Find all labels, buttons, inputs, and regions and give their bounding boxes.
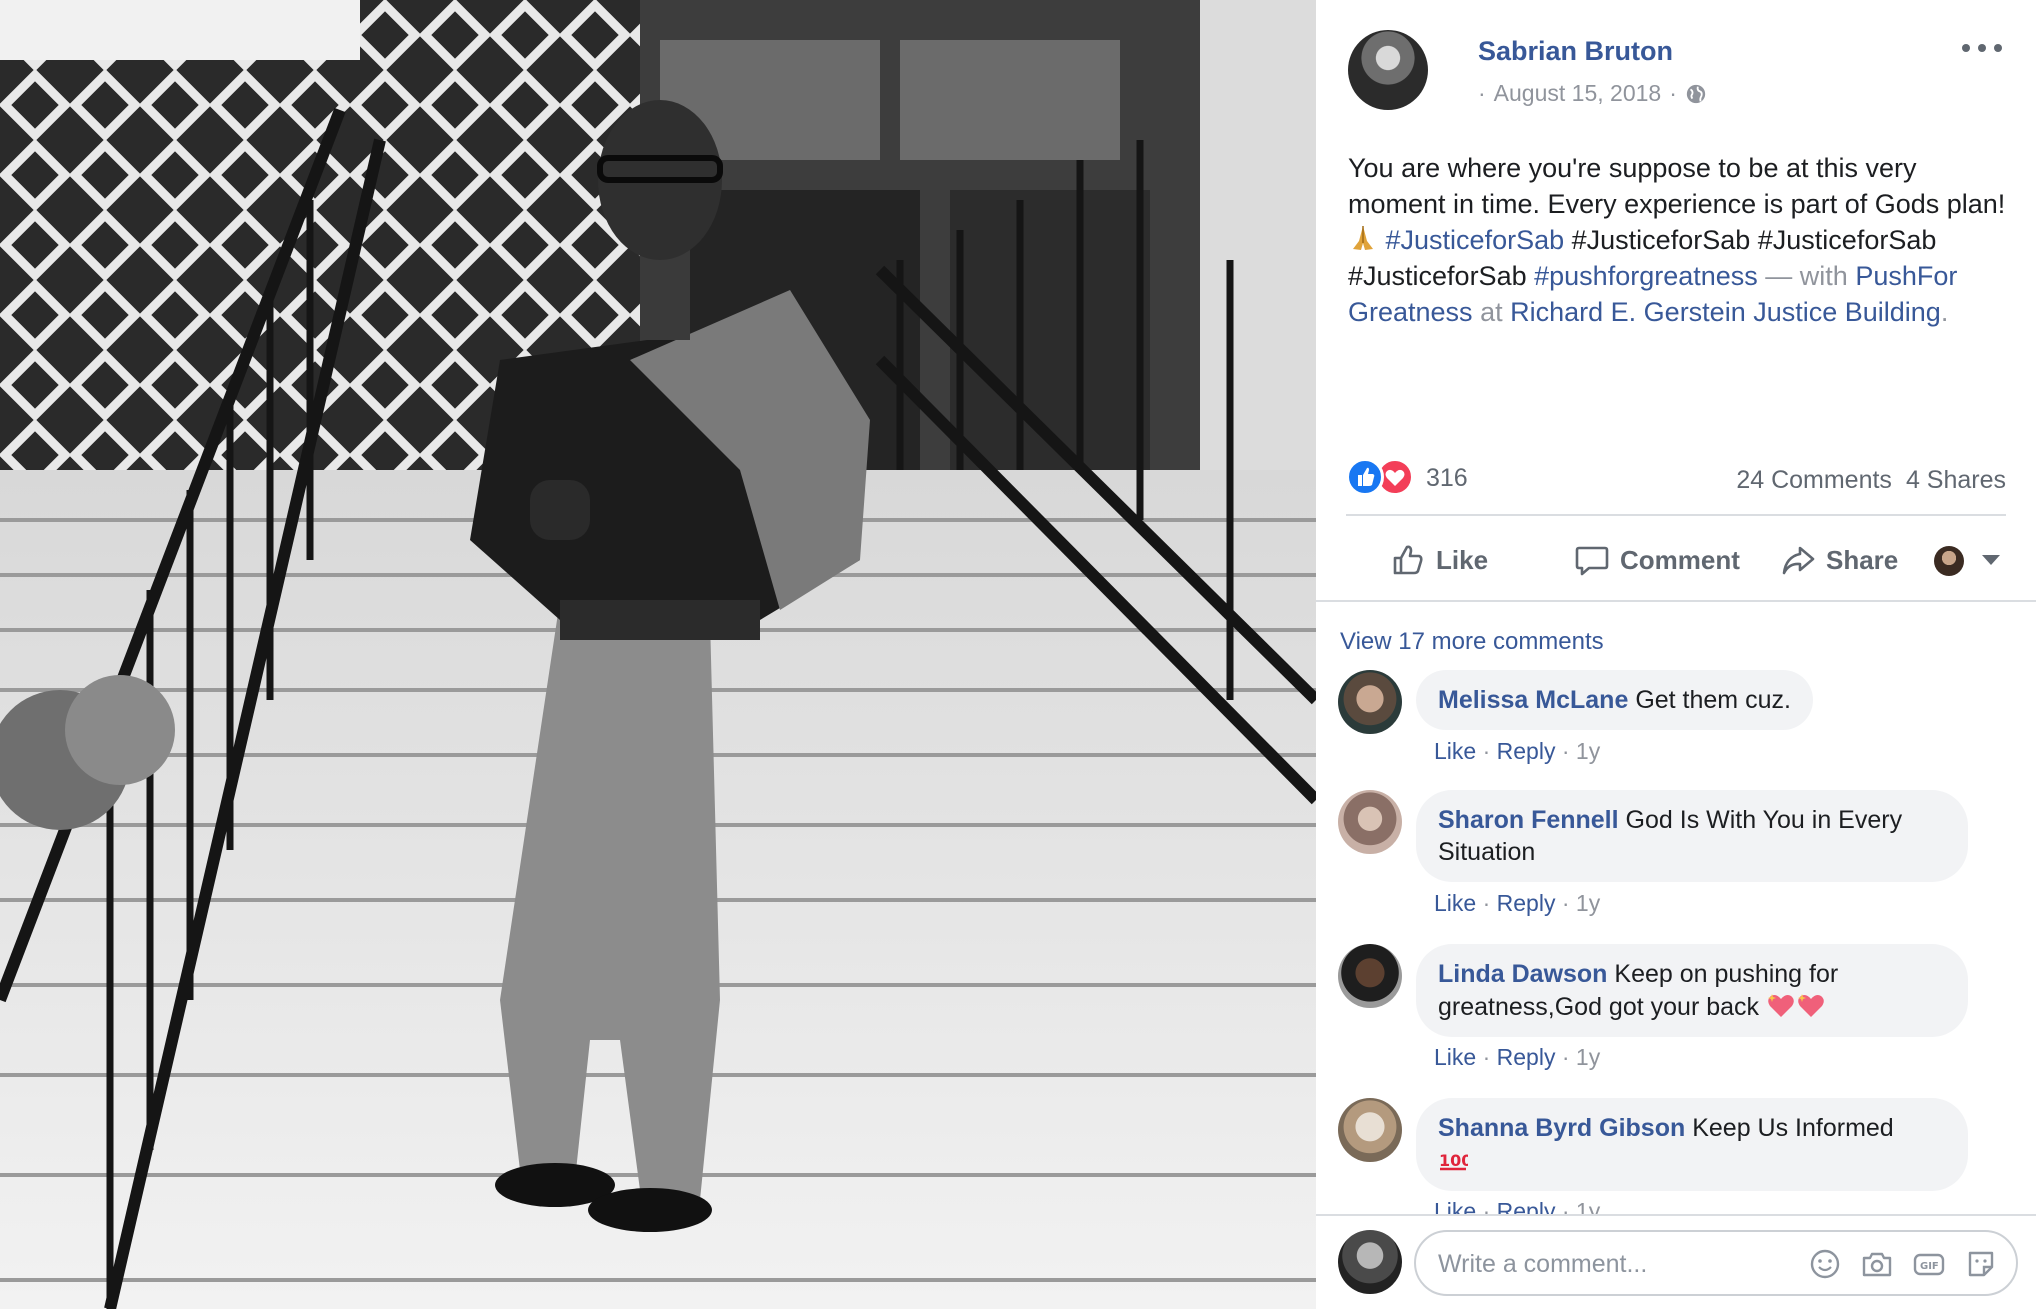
comment-bubble: Melissa McLane Get them cuz. (1416, 670, 1813, 730)
comment-reply-link[interactable]: Reply (1497, 738, 1556, 764)
shares-count[interactable]: 4 Shares (1906, 466, 2006, 495)
comment-text: Keep Us Informed (1692, 1114, 1894, 1142)
with-label: — with (1765, 261, 1848, 291)
share-arrow-icon (1782, 546, 1815, 575)
comments-section: View 17 more comments Melissa McLane Get… (1316, 600, 2036, 1214)
comment-item: Linda Dawson Keep on pushing for greatne… (1338, 944, 2018, 1094)
comments-count[interactable]: 24 Comments (1736, 466, 1892, 495)
comment-bubble: Linda Dawson Keep on pushing for greatne… (1416, 944, 1968, 1037)
comment-item: Shanna Byrd Gibson Keep Us Informed 100 … (1338, 1098, 2018, 1214)
commenter-name[interactable]: Sharon Fennell (1438, 806, 1619, 834)
comment-input[interactable] (1438, 1242, 1778, 1286)
meta-separator: · (1478, 80, 1486, 106)
thumbs-up-icon (1393, 545, 1423, 575)
comment-label: Comment (1620, 544, 1740, 575)
hashtag-text: #JusticeforSab (1757, 225, 1937, 255)
comment-icon (1575, 546, 1609, 576)
hashtag-text: #JusticeforSab (1571, 225, 1751, 255)
meta-separator: · (1669, 80, 1677, 106)
reaction-count[interactable]: 316 (1426, 464, 1468, 493)
author-name[interactable]: Sabrian Bruton (1478, 36, 1673, 67)
comment-time[interactable]: 1y (1576, 890, 1600, 916)
hashtag-link[interactable]: #JusticeforSab (1386, 225, 1565, 255)
composer-tools: GIF (1808, 1247, 1998, 1281)
commenter-avatar[interactable] (1338, 790, 1402, 854)
commenter-name[interactable]: Melissa McLane (1438, 686, 1628, 714)
comment-like-link[interactable]: Like (1434, 1044, 1476, 1070)
more-options-icon[interactable] (1962, 36, 2002, 60)
comment-composer[interactable]: GIF (1414, 1230, 2018, 1296)
like-label: Like (1436, 544, 1489, 575)
comment-item: Sharon Fennell God Is With You in Every … (1338, 790, 2018, 940)
emoji-icon[interactable] (1808, 1247, 1842, 1281)
post-photo[interactable] (0, 0, 1316, 1309)
period: . (1940, 297, 1949, 327)
hundred-points-icon: 100 (1439, 1151, 1468, 1171)
composer-avatar[interactable] (1338, 1230, 1402, 1294)
comment-reply-link[interactable]: Reply (1497, 1198, 1556, 1214)
post-meta: · August 15, 2018 · (1478, 80, 1707, 107)
divider (1316, 600, 2036, 602)
comment-item: Melissa McLane Get them cuz. Like · Repl… (1338, 670, 2018, 790)
like-reaction-icon[interactable] (1346, 458, 1384, 496)
like-button[interactable]: Like (1390, 530, 1488, 590)
comment-reply-link[interactable]: Reply (1497, 890, 1556, 916)
comment-like-link[interactable]: Like (1434, 890, 1476, 916)
divider (1346, 514, 2006, 516)
view-more-comments-link[interactable]: View 17 more comments (1340, 628, 1604, 656)
at-label: at (1480, 297, 1503, 327)
comment-actions: Like · Reply · 1y (1434, 890, 1601, 916)
post-text: You are where you're suppose to be at th… (1348, 150, 2008, 330)
commenter-avatar[interactable] (1338, 1098, 1402, 1162)
post-date[interactable]: August 15, 2018 (1494, 80, 1662, 107)
comment-text: Get them cuz. (1635, 686, 1791, 714)
comment-bubble: Sharon Fennell God Is With You in Every … (1416, 790, 1968, 882)
comment-like-link[interactable]: Like (1434, 738, 1476, 764)
commenter-name[interactable]: Shanna Byrd Gibson (1438, 1114, 1685, 1142)
post-body-text: You are where you're suppose to be at th… (1348, 153, 2006, 219)
comment-actions: Like · Reply · 1y (1434, 1198, 1600, 1214)
praying-hands-icon (1353, 226, 1373, 250)
svg-text:GIF: GIF (1920, 1261, 1939, 1272)
comment-like-link[interactable]: Like (1434, 1198, 1476, 1214)
comment-time[interactable]: 1y (1576, 1044, 1600, 1070)
comment-time[interactable]: 1y (1576, 738, 1600, 764)
commenter-avatar[interactable] (1338, 944, 1402, 1008)
post-actions: Like Comment Share (1346, 530, 2016, 590)
comment-time[interactable]: 1y (1576, 1198, 1600, 1214)
chevron-down-icon[interactable] (1982, 555, 2000, 565)
commenter-avatar[interactable] (1338, 670, 1402, 734)
commenter-name[interactable]: Linda Dawson (1438, 960, 1607, 988)
hashtag-text: #JusticeforSab (1348, 261, 1527, 291)
sparkling-heart-icon (1797, 994, 1824, 1017)
share-label: Share (1826, 544, 1899, 575)
viewer-avatar[interactable] (1934, 546, 1964, 576)
share-button[interactable]: Share (1780, 530, 1898, 590)
location-link[interactable]: Richard E. Gerstein Justice Building (1510, 297, 1941, 327)
comment-reply-link[interactable]: Reply (1497, 1044, 1556, 1070)
divider (1316, 1214, 2036, 1216)
hashtag-link[interactable]: #pushforgreatness (1534, 261, 1758, 291)
svg-text:100: 100 (1439, 1151, 1468, 1170)
reaction-stats: 316 24 Comments 4 Shares (1346, 456, 2006, 500)
comment-actions: Like · Reply · 1y (1434, 1044, 1601, 1070)
comment-actions: Like · Reply · 1y (1434, 738, 1601, 764)
photo-image (0, 0, 1316, 1309)
post-side-panel: Sabrian Bruton · August 15, 2018 · You a… (1316, 0, 2036, 1309)
gif-icon[interactable]: GIF (1912, 1247, 1946, 1281)
author-avatar[interactable] (1348, 30, 1428, 110)
comment-button[interactable]: Comment (1574, 530, 1740, 590)
comment-share-stats: 24 Comments 4 Shares (1736, 466, 2006, 495)
comment-bubble: Shanna Byrd Gibson Keep Us Informed 100 (1416, 1098, 1968, 1191)
globe-icon[interactable] (1685, 83, 1707, 105)
sticker-icon[interactable] (1964, 1247, 1998, 1281)
camera-icon[interactable] (1860, 1247, 1894, 1281)
post-header: Sabrian Bruton · August 15, 2018 · (1348, 30, 2008, 120)
sparkling-heart-icon (1767, 994, 1794, 1017)
